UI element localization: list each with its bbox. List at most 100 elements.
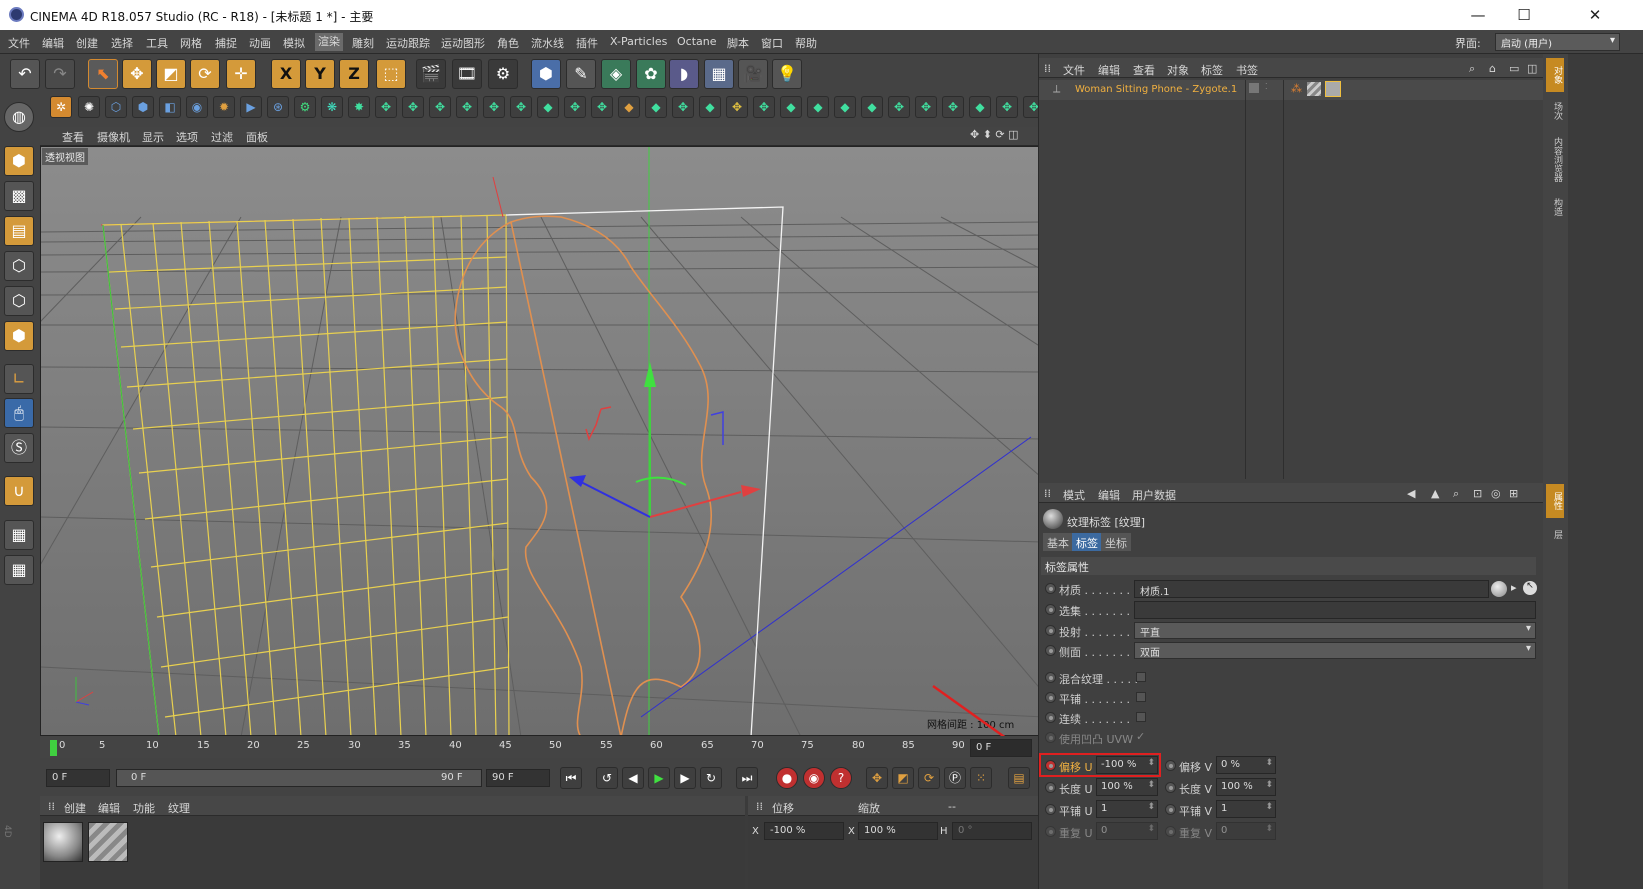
menu-animate[interactable]: 动画 — [249, 35, 271, 51]
vp-menu-panel[interactable]: 面板 — [246, 129, 268, 145]
locked-workplane-button[interactable]: ▦ — [4, 520, 34, 550]
menu-create[interactable]: 创建 — [76, 35, 98, 51]
mix-checkbox[interactable] — [1136, 672, 1146, 682]
subdivision-button[interactable]: ◈ — [601, 59, 631, 89]
anim-radio[interactable] — [1045, 583, 1056, 594]
anim-radio[interactable] — [1045, 692, 1056, 703]
floor-button[interactable]: ▦ — [704, 59, 734, 89]
tab-tag[interactable]: 标签 — [1072, 533, 1102, 551]
xp-gear-button[interactable]: ⚙ — [294, 96, 316, 118]
repeat-u-field[interactable]: 0 — [1096, 822, 1158, 840]
camera-button[interactable]: 🎥 — [738, 59, 768, 89]
menu-tools[interactable]: 工具 — [146, 35, 168, 51]
attr-menu-mode[interactable]: 模式 — [1063, 487, 1085, 503]
seamless-checkbox[interactable] — [1136, 712, 1146, 722]
search-icon[interactable]: ⌕ — [1469, 62, 1475, 76]
model-mode-button[interactable]: ⬢ — [4, 146, 34, 176]
layout-dropdown[interactable]: 启动 (用户) ▾ — [1495, 33, 1620, 51]
xp-mod-23-button[interactable]: ✥ — [942, 96, 964, 118]
length-u-field[interactable]: 100 % — [1096, 778, 1158, 796]
perspective-viewport[interactable] — [40, 146, 1043, 736]
timeline-ruler[interactable]: 0 5 10 15 20 25 30 35 40 45 50 55 60 65 … — [40, 736, 1043, 758]
anim-radio[interactable] — [1045, 804, 1056, 815]
menu-script[interactable]: 脚本 — [727, 35, 749, 51]
tab-attributes-vertical[interactable]: 属性 — [1546, 484, 1564, 518]
repeat-v-field[interactable]: 0 — [1216, 822, 1276, 840]
tab-coordinates[interactable]: 坐标 — [1101, 533, 1131, 551]
anim-radio[interactable] — [1045, 782, 1056, 793]
vp-menu-display[interactable]: 显示 — [142, 129, 164, 145]
xp-mod-2-button[interactable]: ✥ — [375, 96, 397, 118]
anim-radio[interactable] — [1165, 760, 1176, 771]
edges-mode-button[interactable]: ⬡ — [4, 286, 34, 316]
tab-layers-vertical[interactable]: 层 — [1546, 522, 1564, 546]
length-v-field[interactable]: 100 % — [1216, 778, 1276, 796]
attr-menu-edit[interactable]: 编辑 — [1098, 487, 1120, 503]
world-coord-button[interactable]: ⬚ — [376, 59, 406, 89]
sculpt-mode-button[interactable]: ◍ — [4, 102, 34, 132]
anim-radio[interactable] — [1045, 625, 1056, 636]
y-axis-button[interactable]: Y — [305, 59, 335, 89]
menu-xparticles[interactable]: X-Particles — [610, 35, 667, 48]
autokey-button[interactable]: ◉ — [803, 767, 825, 789]
current-frame-field[interactable]: 0 F — [970, 739, 1032, 757]
menu-character[interactable]: 角色 — [497, 35, 519, 51]
deformer-button[interactable]: ◗ — [669, 59, 699, 89]
texture-mode-button[interactable]: ▩ — [4, 181, 34, 211]
offset-v-field[interactable]: 0 % — [1216, 756, 1276, 774]
key-pla-button[interactable]: ⁙ — [970, 767, 992, 789]
menu-plugins[interactable]: 插件 — [576, 35, 598, 51]
menu-motion-tracking[interactable]: 运动跟踪 — [386, 35, 430, 51]
xp-mod-21-button[interactable]: ✥ — [888, 96, 910, 118]
close-button[interactable]: ✕ — [1547, 0, 1643, 30]
xp-mod-25-button[interactable]: ✥ — [996, 96, 1018, 118]
offset-u-field[interactable]: -100 % — [1096, 756, 1158, 774]
xp-mod-13-button[interactable]: ✥ — [672, 96, 694, 118]
xp-modifier-button[interactable]: ⊛ — [267, 96, 289, 118]
frame-range-slider[interactable]: 0 F 90 F — [116, 769, 482, 787]
menu-mesh[interactable]: 网格 — [180, 35, 202, 51]
xp-mod-1-button[interactable]: ✸ — [348, 96, 370, 118]
xp-mod-7-button[interactable]: ✥ — [510, 96, 532, 118]
menu-file[interactable]: 文件 — [8, 35, 30, 51]
xp-group-button[interactable]: ◧ — [159, 96, 181, 118]
minimize-icon[interactable]: ▭ — [1509, 62, 1519, 75]
material-tag-icon[interactable] — [1307, 82, 1321, 96]
x-axis-button[interactable]: X — [271, 59, 301, 89]
xp-mod-3-button[interactable]: ✥ — [402, 96, 424, 118]
xp-system-button[interactable]: ⬡ — [105, 96, 127, 118]
menu-sculpt[interactable]: 雕刻 — [352, 35, 374, 51]
vp-menu-filter[interactable]: 过滤 — [211, 129, 233, 145]
scale-button[interactable]: ◩ — [156, 59, 186, 89]
timeline-window-button[interactable]: ▤ — [1008, 767, 1030, 789]
undo-button[interactable]: ↶ — [10, 59, 40, 89]
last-tool-button[interactable]: ✛ — [226, 59, 256, 89]
playhead[interactable] — [50, 740, 57, 756]
x-position-field[interactable]: -100 % — [764, 822, 844, 840]
axis-mode-button[interactable]: ∟ — [4, 364, 34, 394]
texture-tag-icon[interactable] — [1325, 81, 1341, 97]
next-frame-button[interactable]: ▶ — [674, 767, 696, 789]
xp-mod-16-button[interactable]: ✥ — [753, 96, 775, 118]
play-button[interactable]: ▶ — [648, 767, 670, 789]
phong-tag-icon[interactable]: ⁂ — [1291, 82, 1302, 95]
tab-basic[interactable]: 基本 — [1043, 533, 1073, 551]
z-axis-button[interactable]: Z — [339, 59, 369, 89]
redo-button[interactable]: ↷ — [45, 59, 75, 89]
anim-radio[interactable] — [1045, 604, 1056, 615]
array-button[interactable]: ✿ — [636, 59, 666, 89]
link-arrow-icon[interactable]: ▸ — [1511, 581, 1517, 594]
obj-menu-edit[interactable]: 编辑 — [1098, 62, 1120, 78]
search-icon[interactable]: ⌕ — [1453, 487, 1459, 501]
xp-mod-20-button[interactable]: ◆ — [861, 96, 883, 118]
xp-mod-8-button[interactable]: ◆ — [537, 96, 559, 118]
key-scale-button[interactable]: ◩ — [892, 767, 914, 789]
goto-start-button[interactable]: ⏮ — [560, 767, 582, 789]
xp-mod-24-button[interactable]: ◆ — [969, 96, 991, 118]
mat-menu-function[interactable]: 功能 — [133, 800, 155, 816]
vp-menu-view[interactable]: 查看 — [62, 129, 84, 145]
anim-radio[interactable] — [1045, 645, 1056, 656]
render-view-button[interactable]: 🎬 — [416, 59, 446, 89]
pen-button[interactable]: ✎ — [566, 59, 596, 89]
start-frame-field[interactable]: 0 F — [46, 769, 110, 787]
